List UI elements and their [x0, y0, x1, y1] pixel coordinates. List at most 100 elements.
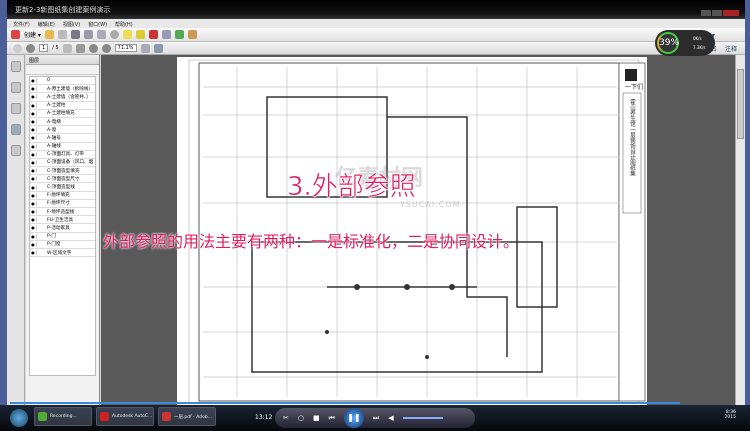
- layer-row[interactable]: ● C-顶面造型填充: [30, 167, 95, 176]
- maximize-button[interactable]: [712, 10, 722, 16]
- layer-row[interactable]: ● A-原土建墙（拆除线）: [30, 85, 95, 94]
- previous-icon[interactable]: ⏮: [329, 414, 335, 423]
- scrollbar-thumb[interactable]: [737, 69, 744, 139]
- playback-time: 13:12: [255, 414, 273, 421]
- eye-icon[interactable]: ●: [30, 86, 37, 92]
- zoom-in-icon[interactable]: [101, 43, 111, 53]
- pause-button[interactable]: ❚❚: [343, 408, 364, 428]
- menu-window[interactable]: 窗口(W): [88, 21, 107, 28]
- layers-list: ● 0 ● A-原土建墙（拆除线） ● A-土建墙（含管井、） ● A-土建柱 ● A-土建柱填充…: [29, 76, 96, 376]
- eye-icon[interactable]: ●: [30, 159, 37, 165]
- save-icon[interactable]: [57, 30, 67, 39]
- eye-icon[interactable]: ●: [30, 78, 37, 84]
- layer-row[interactable]: ● A-土建柱填充: [30, 110, 95, 118]
- fit-width-icon[interactable]: [140, 43, 150, 53]
- signatures-icon[interactable]: [10, 145, 21, 156]
- hand-tool-icon[interactable]: [75, 43, 85, 53]
- layers-options-button[interactable]: [26, 65, 99, 75]
- menu-view[interactable]: 视图(V): [63, 21, 80, 28]
- next-icon[interactable]: ⏭: [373, 414, 379, 423]
- bookmarks-icon[interactable]: [10, 82, 21, 93]
- taskbar-item-acrobat[interactable]: 一层.pdf - Adob...: [158, 407, 216, 426]
- taskbar-item-autocad[interactable]: Autodesk AutoC...: [96, 407, 154, 426]
- menu-edit[interactable]: 编辑(E): [38, 21, 55, 28]
- eye-icon[interactable]: ●: [30, 94, 37, 100]
- eye-icon[interactable]: ●: [30, 241, 37, 247]
- layer-row[interactable]: ● A-轴号: [30, 134, 95, 143]
- eye-icon[interactable]: ●: [30, 143, 37, 149]
- menu-help[interactable]: 帮助(H): [115, 21, 133, 28]
- open-folder-icon[interactable]: [44, 30, 54, 39]
- layer-row[interactable]: ● C-顶面造型线: [30, 183, 95, 192]
- layer-row[interactable]: ● 0: [30, 77, 95, 86]
- eye-icon[interactable]: ●: [30, 209, 37, 215]
- forms-icon[interactable]: [187, 30, 197, 39]
- page-number-input[interactable]: 1: [39, 44, 49, 52]
- stop-icon[interactable]: ■: [313, 414, 320, 422]
- highlight-icon[interactable]: [135, 30, 145, 39]
- zoom-level-input[interactable]: 71.1%: [114, 44, 137, 52]
- layer-row[interactable]: ● C-顶面造型尺寸: [30, 175, 95, 184]
- eye-icon[interactable]: ●: [30, 192, 37, 198]
- print-icon[interactable]: [70, 30, 80, 39]
- layer-row[interactable]: ● C-顶面灯具、灯带: [30, 151, 95, 159]
- secure-icon[interactable]: [148, 30, 158, 39]
- select-tool-icon[interactable]: [62, 43, 72, 53]
- comment-icon[interactable]: [122, 30, 132, 39]
- video-progress-bar[interactable]: [10, 402, 680, 404]
- create-button[interactable]: 创建 ▾: [24, 30, 41, 39]
- layer-row[interactable]: ● A-电梯: [30, 118, 95, 127]
- eye-icon[interactable]: ●: [30, 151, 37, 157]
- cut-icon[interactable]: ✂: [283, 414, 289, 422]
- layer-row[interactable]: ● F-地坪填充: [30, 192, 95, 200]
- layer-row[interactable]: ● C-顶面设备（风口、烟: [30, 159, 95, 168]
- eye-icon[interactable]: ●: [30, 217, 37, 223]
- layer-row[interactable]: ● A-土建墙（含管井、）: [30, 93, 95, 102]
- zoom-out-icon[interactable]: [88, 43, 98, 53]
- layer-row[interactable]: ● A-窗: [30, 126, 95, 135]
- review-icon[interactable]: [174, 30, 184, 39]
- layer-row[interactable]: ● P-门: [30, 233, 95, 241]
- volume-slider[interactable]: [402, 417, 443, 419]
- start-button[interactable]: [10, 409, 28, 427]
- settings-icon[interactable]: [109, 30, 119, 39]
- eye-icon[interactable]: ●: [30, 225, 37, 231]
- eye-icon[interactable]: ●: [30, 184, 37, 190]
- layer-row[interactable]: ● P-门窗: [30, 241, 95, 249]
- minimize-button[interactable]: [701, 10, 711, 16]
- eye-icon[interactable]: ●: [30, 110, 37, 116]
- prev-page-icon[interactable]: [13, 43, 22, 53]
- layer-name: F-地坪填充: [47, 193, 70, 199]
- layer-row[interactable]: ● A-轴线: [30, 143, 95, 151]
- eye-icon[interactable]: ●: [30, 127, 37, 133]
- sign-icon[interactable]: [161, 30, 171, 39]
- layer-row[interactable]: ● W-区域文字: [30, 249, 95, 258]
- layer-row[interactable]: ● A-土建柱: [30, 102, 95, 110]
- eye-icon[interactable]: ●: [30, 119, 37, 125]
- record-icon[interactable]: ○: [298, 414, 304, 422]
- layers-icon[interactable]: [10, 124, 21, 135]
- eye-icon[interactable]: ●: [30, 102, 37, 108]
- layer-row[interactable]: ● FU-卫生洁具: [30, 216, 95, 225]
- fit-page-icon[interactable]: [153, 43, 163, 53]
- next-page-icon[interactable]: [26, 43, 35, 53]
- volume-icon[interactable]: ◀: [388, 414, 393, 422]
- eye-icon[interactable]: ●: [30, 250, 37, 256]
- eye-icon[interactable]: ●: [30, 168, 37, 174]
- layer-row[interactable]: ● P-活动家具: [30, 224, 95, 233]
- layer-row[interactable]: ● F-地坪造型线: [30, 208, 95, 217]
- edit-icon[interactable]: [83, 30, 93, 39]
- close-button[interactable]: [723, 10, 739, 16]
- email-icon[interactable]: [96, 30, 106, 39]
- vertical-scrollbar[interactable]: [735, 55, 745, 405]
- comment-tab[interactable]: 注释: [725, 44, 737, 53]
- eye-icon[interactable]: ●: [30, 176, 37, 182]
- taskbar-item-recording[interactable]: Recording...: [34, 407, 92, 426]
- pages-icon[interactable]: [10, 61, 21, 72]
- layer-row[interactable]: ● F-地坪尺寸: [30, 200, 95, 208]
- eye-icon[interactable]: ●: [30, 135, 37, 141]
- eye-icon[interactable]: ●: [30, 233, 37, 239]
- eye-icon[interactable]: ●: [30, 200, 37, 206]
- menu-file[interactable]: 文件(F): [13, 21, 30, 28]
- attachments-icon[interactable]: [10, 103, 21, 114]
